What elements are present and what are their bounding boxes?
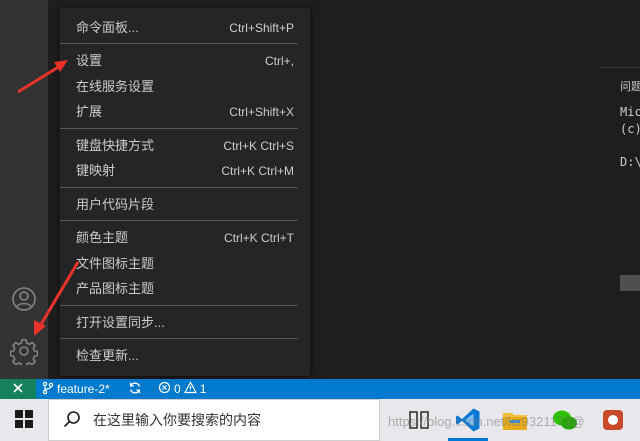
menu-item-check-updates[interactable]: 检查更新...: [60, 343, 310, 369]
menu-item-label: 文件图标主题: [76, 256, 155, 271]
menu-item-label: 键盘快捷方式: [76, 138, 155, 153]
sync-icon: [128, 381, 142, 398]
terminal-line: Mic: [620, 105, 640, 119]
menu-item-label: 检查更新...: [76, 348, 139, 363]
menu-item-shortcut: Ctrl+K Ctrl+S: [223, 139, 294, 153]
menu-item-label: 设置: [76, 53, 103, 68]
tab-problems[interactable]: 问题: [620, 78, 640, 94]
menu-separator: [60, 305, 298, 306]
manage-menu: 命令面板... Ctrl+Shift+P 设置 Ctrl+, 在线服务设置 扩展…: [60, 8, 310, 376]
gear-icon[interactable]: [9, 337, 39, 368]
menu-item-label: 命令面板...: [76, 20, 139, 35]
menu-separator: [60, 43, 298, 44]
menu-separator: [60, 187, 298, 188]
account-icon[interactable]: [10, 285, 38, 313]
menu-item-extensions[interactable]: 扩展 Ctrl+Shift+X: [60, 99, 310, 125]
menu-item-settings-sync[interactable]: 打开设置同步...: [60, 310, 310, 336]
menu-separator: [60, 128, 298, 129]
menu-item-shortcut: Ctrl+K Ctrl+T: [223, 231, 294, 245]
menu-item-file-icon-theme[interactable]: 文件图标主题: [60, 251, 310, 277]
menu-item-shortcut: Ctrl+K Ctrl+M: [221, 164, 294, 178]
search-placeholder: 在这里输入你要搜索的内容: [93, 412, 261, 428]
menu-separator: [60, 220, 298, 221]
menu-item-shortcut: Ctrl+Shift+X: [229, 105, 294, 119]
menu-item-product-icon-theme[interactable]: 产品图标主题: [60, 276, 310, 302]
warning-count: 1: [199, 382, 207, 396]
menu-item-shortcut: Ctrl+,: [264, 54, 294, 68]
remote-icon: [12, 382, 24, 397]
taskbar-search-box[interactable]: 在这里输入你要搜索的内容: [48, 399, 380, 441]
git-branch-icon: [42, 381, 54, 398]
problems-indicator[interactable]: 0 1: [158, 379, 206, 399]
branch-indicator[interactable]: feature-2*: [42, 379, 110, 399]
status-bar: feature-2* 0 1: [0, 379, 640, 399]
app-taskbar-icon[interactable]: [598, 405, 628, 435]
menu-item-settings[interactable]: 设置 Ctrl+,: [60, 48, 310, 74]
menu-item-label: 键映射: [76, 163, 116, 178]
branch-name: feature-2*: [57, 382, 110, 396]
remote-indicator[interactable]: [0, 379, 36, 399]
search-icon: [63, 410, 81, 431]
menu-item-label: 产品图标主题: [76, 281, 155, 296]
start-button[interactable]: [0, 399, 48, 441]
menu-separator: [60, 338, 298, 339]
menu-item-color-theme[interactable]: 颜色主题 Ctrl+K Ctrl+T: [60, 225, 310, 251]
warning-icon: [183, 381, 197, 397]
menu-item-online-services-settings[interactable]: 在线服务设置: [60, 74, 310, 100]
menu-item-user-snippets[interactable]: 用户代码片段: [60, 192, 310, 218]
error-count: 0: [174, 382, 181, 396]
menu-item-label: 用户代码片段: [76, 197, 155, 212]
scrollbar-thumb[interactable]: [620, 275, 640, 291]
terminal-line: (c): [620, 122, 640, 136]
terminal-panel: 问题 Mic (c) D:\: [600, 0, 640, 379]
panel-divider: [600, 67, 640, 68]
activity-bar: [0, 0, 48, 379]
menu-item-label: 扩展: [76, 104, 103, 119]
menu-item-shortcut: Ctrl+Shift+P: [229, 21, 294, 35]
error-icon: [158, 381, 171, 397]
windows-logo-icon: [15, 409, 33, 431]
menu-item-keymaps[interactable]: 键映射 Ctrl+K Ctrl+M: [60, 158, 310, 184]
menu-item-label: 颜色主题: [76, 230, 129, 245]
terminal-line: D:\: [620, 155, 640, 169]
sync-button[interactable]: [128, 379, 142, 399]
menu-item-keyboard-shortcuts[interactable]: 键盘快捷方式 Ctrl+K Ctrl+S: [60, 133, 310, 159]
menu-item-label: 在线服务设置: [76, 79, 155, 94]
menu-item-command-palette[interactable]: 命令面板... Ctrl+Shift+P: [60, 15, 310, 41]
menu-item-label: 打开设置同步...: [76, 315, 165, 330]
watermark-text: https://blog.csdn.net/lcr9321173@: [388, 414, 585, 429]
